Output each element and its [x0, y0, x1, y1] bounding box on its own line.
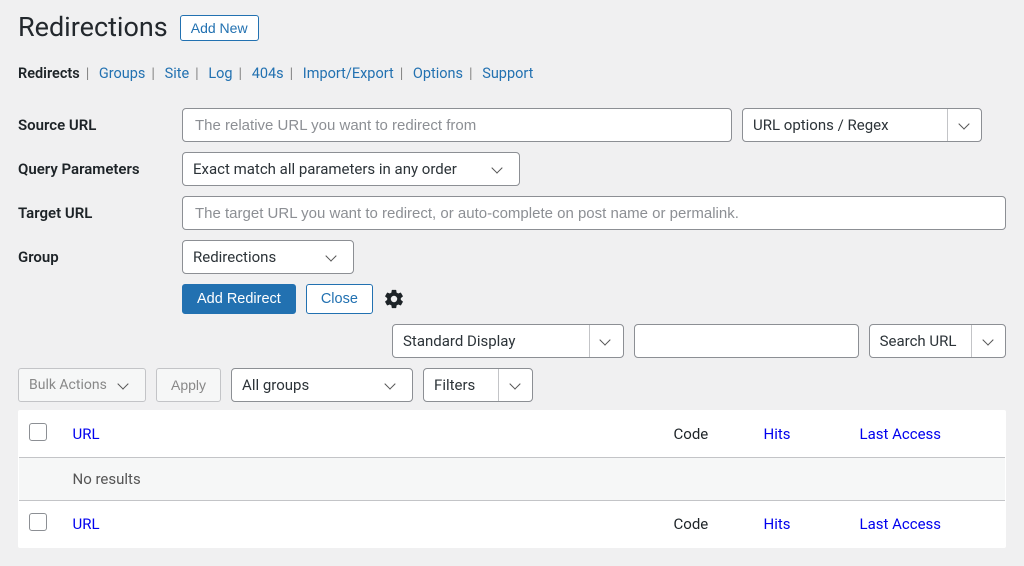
query-parameters-label: Query Parameters — [18, 160, 182, 178]
display-mode-value: Standard Display — [403, 332, 581, 350]
subnav-404s[interactable]: 404s — [252, 65, 284, 82]
chevron-down-icon — [378, 369, 402, 401]
display-mode-select[interactable]: Standard Display — [392, 324, 624, 358]
table-search-input[interactable] — [634, 324, 859, 358]
col-code-footer: Code — [664, 501, 754, 548]
subnav-options[interactable]: Options — [413, 65, 463, 82]
table-empty-text: No results — [63, 458, 1006, 501]
add-redirect-button[interactable]: Add Redirect — [182, 284, 296, 314]
url-options-select[interactable]: URL options / Regex — [742, 108, 982, 142]
subnav-site[interactable]: Site — [165, 65, 190, 82]
chevron-down-icon — [947, 109, 971, 141]
chevron-down-icon — [319, 241, 343, 273]
group-filter-select[interactable]: All groups — [231, 368, 413, 402]
group-label: Group — [18, 248, 182, 266]
filters-select[interactable]: Filters — [423, 368, 533, 402]
col-hits-footer[interactable]: Hits — [764, 515, 791, 533]
subnav-support[interactable]: Support — [482, 65, 533, 82]
target-url-label: Target URL — [18, 204, 182, 222]
subnav: Redirects| Groups| Site| Log| 404s| Impo… — [18, 65, 1006, 82]
subnav-log[interactable]: Log — [208, 65, 232, 82]
subnav-groups[interactable]: Groups — [99, 65, 146, 82]
col-last-header[interactable]: Last Access — [860, 425, 942, 443]
group-select[interactable]: Redirections — [182, 240, 354, 274]
subnav-redirects[interactable]: Redirects — [18, 65, 80, 82]
col-code-header: Code — [664, 411, 754, 458]
chevron-down-icon — [498, 369, 522, 401]
chevron-down-icon — [485, 153, 509, 185]
table-empty-row: No results — [19, 458, 1006, 501]
group-value: Redirections — [193, 248, 319, 266]
search-mode-value: Search URL — [880, 332, 963, 350]
col-last-footer[interactable]: Last Access — [860, 515, 942, 533]
select-all-top-checkbox[interactable] — [29, 423, 47, 441]
chevron-down-icon — [589, 325, 613, 357]
query-parameters-value: Exact match all parameters in any order — [193, 160, 485, 178]
group-filter-value: All groups — [242, 376, 378, 394]
source-url-input[interactable] — [182, 108, 732, 142]
subnav-import-export[interactable]: Import/Export — [303, 65, 394, 82]
add-new-button[interactable]: Add New — [180, 15, 259, 41]
search-mode-select[interactable]: Search URL — [869, 324, 1006, 358]
col-url-footer[interactable]: URL — [73, 515, 100, 533]
gear-icon[interactable] — [383, 288, 405, 310]
col-url-header[interactable]: URL — [73, 425, 100, 443]
query-parameters-select[interactable]: Exact match all parameters in any order — [182, 152, 520, 186]
close-button[interactable]: Close — [306, 284, 373, 314]
target-url-input[interactable] — [182, 196, 1006, 230]
filters-label: Filters — [434, 376, 490, 394]
page-title: Redirections — [18, 10, 168, 45]
apply-button[interactable]: Apply — [156, 368, 221, 402]
select-all-bottom-checkbox[interactable] — [29, 513, 47, 531]
bulk-actions-label: Bulk Actions — [29, 377, 107, 393]
bulk-actions-select[interactable]: Bulk Actions — [18, 368, 146, 402]
redirects-table: URL Code Hits Last Access No results URL… — [18, 410, 1006, 548]
url-options-label: URL options / Regex — [753, 116, 939, 134]
chevron-down-icon — [971, 325, 995, 357]
source-url-label: Source URL — [18, 116, 182, 134]
chevron-down-icon — [111, 369, 135, 401]
col-hits-header[interactable]: Hits — [764, 425, 791, 443]
